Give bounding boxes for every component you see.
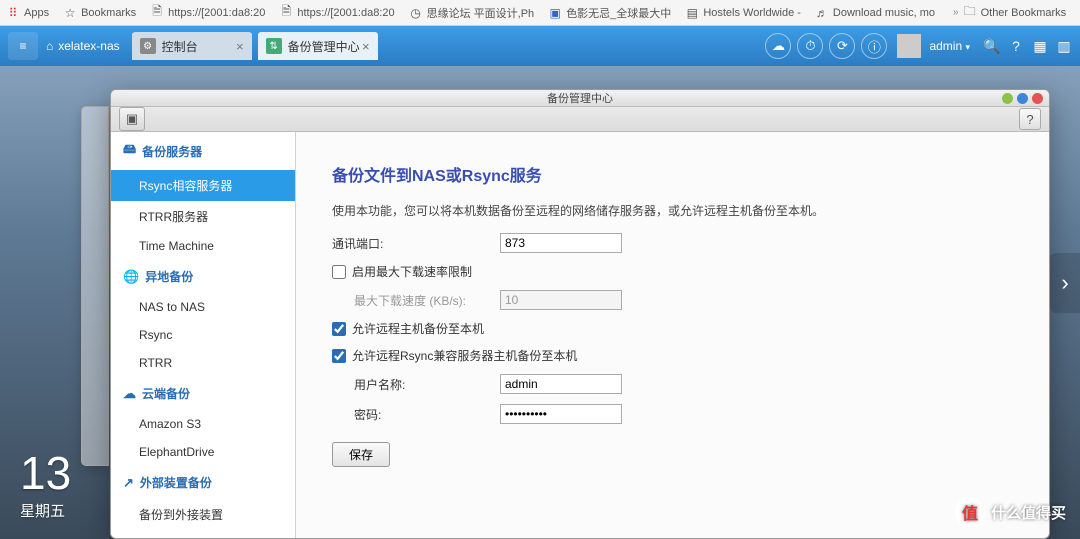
site-icon: ◷	[409, 6, 423, 20]
sidebar-section-backup-server[interactable]: 🖴备份服务器	[111, 132, 295, 170]
bookmark-hostels[interactable]: ▤Hostels Worldwide -	[685, 6, 801, 20]
content-pane: 备份文件到NAS或Rsync服务 使用本功能，您可以将本机数据备份至远程的网络储…	[296, 132, 1049, 539]
sidebar-item-rsync[interactable]: Rsync	[111, 321, 295, 349]
main-menu-button[interactable]: ≡	[8, 32, 38, 60]
watermark-text: 什么值得买	[991, 502, 1066, 523]
star-icon: ☆	[63, 6, 77, 20]
window-title: 备份管理中心	[547, 90, 613, 106]
password-label: 密码:	[354, 406, 500, 423]
max-download-speed-label: 最大下载速度 (KB/s):	[354, 292, 500, 309]
cloud-icon[interactable]: ☁	[765, 33, 791, 59]
bookmark-siyuan[interactable]: ◷思缘论坛 平面设计,Ph	[409, 5, 535, 21]
site-icon: ♬	[815, 6, 829, 20]
sidebar-item-rtrr-server[interactable]: RTRR服务器	[111, 201, 295, 232]
page-icon: 🗎	[150, 6, 164, 20]
sidebar-item-amazon-s3[interactable]: Amazon S3	[111, 410, 295, 438]
sidebar-item-rtrr[interactable]: RTRR	[111, 349, 295, 377]
max-download-speed-input	[500, 290, 622, 310]
chevron-down-icon: ▾	[965, 42, 970, 52]
page-heading: 备份文件到NAS或Rsync服务	[332, 162, 1013, 186]
external-icon: ↗	[123, 475, 134, 491]
port-input[interactable]	[500, 233, 622, 253]
info-icon[interactable]: ⓘ	[861, 33, 887, 59]
backup-icon: ⇅	[266, 38, 282, 54]
avatar[interactable]	[897, 34, 921, 58]
page-icon: 🗎	[279, 6, 293, 20]
server-icon: 🖴	[123, 140, 136, 162]
qnap-top-bar: ≡ ⌂xelatex-nas ⚙控制台× ⇅备份管理中心× ☁ ⏱ ⟳ ⓘ ad…	[0, 26, 1080, 66]
sidebar-item-time-machine[interactable]: Time Machine	[111, 232, 295, 260]
username-label: 用户名称:	[354, 376, 500, 393]
home-icon: ⌂	[46, 39, 53, 53]
sidebar-item-external-device[interactable]: 备份到外接装置	[111, 499, 295, 530]
username-input[interactable]	[500, 374, 622, 394]
clock-day: 星期五	[20, 500, 71, 521]
save-button[interactable]: 保存	[332, 442, 390, 467]
port-label: 通讯端口:	[332, 235, 500, 252]
user-menu[interactable]: admin ▾	[929, 39, 970, 53]
globe-icon: 🌐	[123, 269, 139, 285]
sidebar: 🖴备份服务器 Rsync相容服务器 RTRR服务器 Time Machine 🌐…	[111, 132, 296, 539]
bookmark-apps[interactable]: ⠿Apps	[6, 6, 49, 20]
apps-icon: ⠿	[6, 6, 20, 20]
backup-center-window: 备份管理中心 ▣ ? 🖴备份服务器 Rsync相容服务器 RTRR服务器 Tim…	[110, 89, 1050, 539]
dashboard-icon[interactable]: ▥	[1056, 38, 1072, 54]
minimize-button[interactable]	[1002, 93, 1013, 104]
tab-console[interactable]: ⚙控制台×	[132, 32, 252, 60]
folder-icon: 🗀	[963, 6, 977, 20]
bookmark-download[interactable]: ♬Download music, mo	[815, 6, 935, 20]
console-icon: ⚙	[140, 38, 156, 54]
browser-bookmarks-bar: ⠿Apps ☆Bookmarks 🗎https://[2001:da8:20 🗎…	[0, 0, 1080, 26]
bookmark-other[interactable]: 🗀Other Bookmarks	[963, 6, 1067, 20]
home-nas-link[interactable]: ⌂xelatex-nas	[46, 39, 120, 53]
help-icon[interactable]: ?	[1008, 38, 1024, 54]
bookmark-ip2[interactable]: 🗎https://[2001:da8:20	[279, 6, 394, 20]
window-titlebar[interactable]: 备份管理中心	[111, 90, 1049, 107]
page-description: 使用本功能，您可以将本机数据备份至远程的网络储存服务器，或允许远程主机备份至本机…	[332, 202, 1013, 219]
toolbar-help-button[interactable]: ?	[1019, 108, 1041, 130]
password-input[interactable]	[500, 404, 622, 424]
tab-backup-center[interactable]: ⇅备份管理中心×	[258, 32, 378, 60]
sidebar-item-nas-to-nas[interactable]: NAS to NAS	[111, 293, 295, 321]
background-window	[81, 106, 109, 466]
clock-time: 13	[20, 446, 71, 500]
desktop-clock: 13 星期五	[20, 446, 71, 521]
bookmark-seying[interactable]: ▣色影无忌_全球最大中	[548, 5, 671, 21]
site-icon: ▣	[548, 6, 562, 20]
sidebar-section-external-backup[interactable]: ↗外部装置备份	[111, 466, 295, 499]
desktop-background: ≡ ⌂xelatex-nas ⚙控制台× ⇅备份管理中心× ☁ ⏱ ⟳ ⓘ ad…	[0, 26, 1080, 539]
sidebar-section-remote-backup[interactable]: 🌐异地备份	[111, 260, 295, 293]
allow-remote-checkbox[interactable]	[332, 322, 346, 336]
sidebar-section-cloud-backup[interactable]: ☁云端备份	[111, 377, 295, 410]
search-icon[interactable]: 🔍	[984, 38, 1000, 54]
sidebar-item-elephant-drive[interactable]: ElephantDrive	[111, 438, 295, 466]
allow-rsync-checkbox[interactable]	[332, 349, 346, 363]
site-icon: ▤	[685, 6, 699, 20]
clock-icon[interactable]: ⏱	[797, 33, 823, 59]
sidebar-item-rsync-compat[interactable]: Rsync相容服务器	[111, 170, 295, 201]
sidebar-item-usb-onekey[interactable]: USB 单键备份	[111, 530, 295, 539]
chevron-right-icon[interactable]: »	[953, 7, 959, 18]
allow-remote-label: 允许远程主机备份至本机	[352, 320, 484, 337]
watermark-badge: 值	[955, 497, 985, 527]
window-toolbar: ▣ ?	[111, 107, 1049, 132]
close-icon[interactable]: ×	[362, 39, 370, 54]
allow-rsync-label: 允许远程Rsync兼容服务器主机备份至本机	[352, 347, 577, 364]
refresh-icon[interactable]: ⟳	[829, 33, 855, 59]
watermark: 值 什么值得买	[955, 497, 1066, 527]
max-download-checkbox[interactable]	[332, 265, 346, 279]
page-next-arrow[interactable]: ›	[1050, 253, 1080, 313]
cloud-icon: ☁	[123, 386, 136, 402]
toolbar-overview-button[interactable]: ▣	[119, 107, 145, 131]
close-button[interactable]	[1032, 93, 1043, 104]
maximize-button[interactable]	[1017, 93, 1028, 104]
close-icon[interactable]: ×	[236, 39, 244, 54]
bookmark-bookmarks[interactable]: ☆Bookmarks	[63, 6, 136, 20]
max-download-label: 启用最大下载速率限制	[352, 263, 472, 280]
grid-icon[interactable]: ▦	[1032, 38, 1048, 54]
bookmark-ip1[interactable]: 🗎https://[2001:da8:20	[150, 6, 265, 20]
